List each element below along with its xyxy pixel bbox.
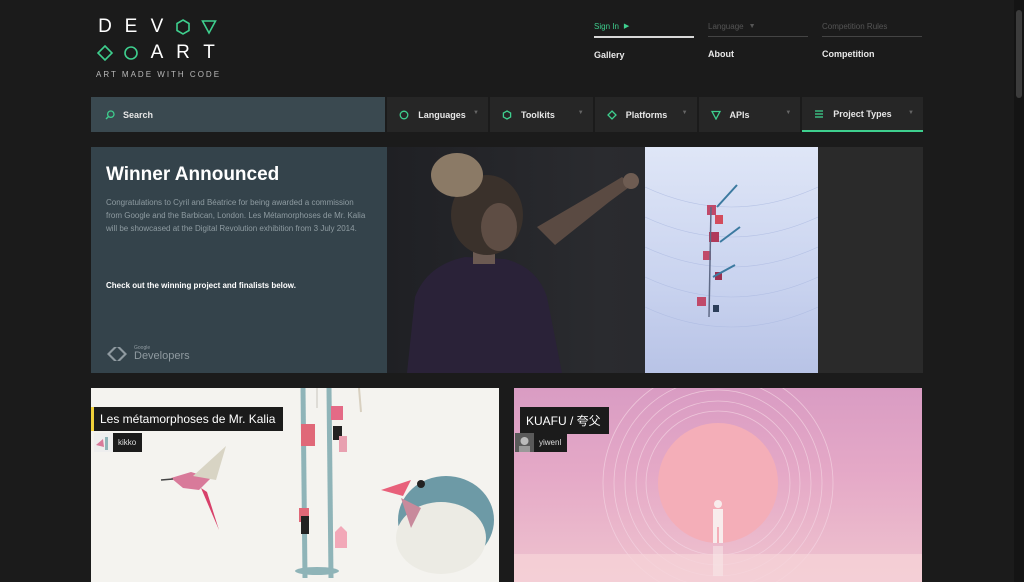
- card-author[interactable]: yiwenl: [515, 433, 568, 452]
- language-label: Language: [708, 22, 744, 31]
- chevron-down-icon: ▼: [748, 23, 756, 30]
- projection-screen: [644, 147, 819, 373]
- hero-photo: [387, 147, 923, 373]
- logo-letter: R: [176, 42, 190, 63]
- filter-toolkits[interactable]: Toolkits ▼: [489, 97, 593, 132]
- hexagon-icon: [174, 19, 192, 35]
- chevron-down-icon: ▼: [785, 110, 792, 116]
- hero-banner[interactable]: Winner Announced Congratulations to Cyri…: [91, 147, 923, 373]
- circle-icon: [399, 110, 409, 120]
- wall-background: [818, 147, 923, 373]
- card-author[interactable]: kikko: [94, 433, 143, 452]
- logo-row-top: D E V: [96, 16, 226, 38]
- filter-label: Toolkits: [520, 109, 555, 120]
- logo-letter: T: [203, 42, 215, 63]
- sign-in-link[interactable]: Sign In ▶: [594, 18, 694, 38]
- filter-label: Project Types: [833, 108, 892, 119]
- triangle-icon: [200, 19, 218, 35]
- project-card[interactable]: KUAFU / 夸父 yiwenl: [514, 388, 922, 582]
- logo-row-bottom: A R T: [96, 42, 226, 64]
- logo-letter: E: [124, 16, 138, 37]
- filter-languages[interactable]: Languages ▼: [387, 97, 488, 132]
- filter-label: Languages: [418, 109, 466, 120]
- filter-platforms[interactable]: Platforms ▼: [594, 97, 697, 132]
- hero-text-panel: Winner Announced Congratulations to Cyri…: [91, 147, 387, 373]
- triangle-icon: [710, 110, 721, 120]
- page-scrollbar[interactable]: [1014, 0, 1024, 582]
- avatar: [94, 433, 113, 452]
- chevron-down-icon: ▼: [473, 110, 479, 116]
- hexagon-icon: [502, 109, 512, 120]
- author-name: yiwenl: [539, 438, 562, 447]
- hero-description: Congratulations to Cyril and Béatrice fo…: [106, 198, 366, 233]
- avatar: [515, 433, 534, 452]
- competition-rules-link[interactable]: Competition Rules: [822, 18, 922, 37]
- logo-tagline: ART MADE WITH CODE: [96, 70, 222, 79]
- nav-competition-link[interactable]: Competition: [822, 49, 922, 59]
- search-icon: [105, 109, 115, 119]
- chevron-down-icon: ▼: [681, 110, 688, 116]
- scrollbar-thumb[interactable]: [1016, 10, 1022, 98]
- hero-title: Winner Announced: [106, 164, 280, 185]
- topnav-column-competition: Competition Rules Competition: [822, 18, 922, 60]
- filter-label: Platforms: [625, 109, 668, 120]
- projected-artwork-image: [644, 184, 819, 328]
- logo-letter: A: [150, 42, 164, 63]
- sponsor-text: Google Developers: [134, 345, 190, 362]
- google-developers-logo: Google Developers: [106, 345, 190, 362]
- search-input[interactable]: Search: [91, 97, 386, 132]
- filter-apis[interactable]: APIs ▼: [698, 97, 801, 132]
- logo-letter: D: [98, 16, 112, 37]
- search-label: Search: [123, 109, 154, 120]
- filter-project-types[interactable]: Project Types ▼: [802, 97, 923, 132]
- competition-rules-label: Competition Rules: [822, 22, 888, 31]
- author-name: kikko: [118, 438, 137, 447]
- nav-about-link[interactable]: About: [708, 49, 808, 59]
- diamond-icon: [606, 109, 617, 120]
- nav-gallery-link[interactable]: Gallery: [594, 50, 694, 60]
- chevron-down-icon: ▼: [908, 110, 914, 116]
- language-dropdown[interactable]: Language ▼: [708, 18, 808, 37]
- sign-in-label: Sign In: [594, 22, 619, 31]
- play-caret-icon: ▶: [623, 23, 630, 30]
- hero-cta-text[interactable]: Check out the winning project and finali…: [106, 281, 296, 290]
- card-title[interactable]: Les métamorphoses de Mr. Kalia: [91, 407, 284, 431]
- card-title[interactable]: KUAFU / 夸父: [520, 407, 609, 434]
- circle-icon: [122, 45, 140, 61]
- top-navigation: Sign In ▶ Gallery Language ▼ About Compe…: [594, 18, 922, 60]
- lines-icon: [814, 109, 824, 119]
- devart-logo[interactable]: D E V A R T ART MADE WITH CODE: [96, 16, 226, 79]
- topnav-column-signin: Sign In ▶ Gallery: [594, 18, 694, 60]
- diamond-icon: [96, 45, 114, 61]
- chevrons-icon: [107, 346, 127, 361]
- filter-label: APIs: [729, 109, 750, 120]
- filter-bar: Search Languages ▼ Toolkits ▼ Platforms …: [91, 97, 923, 132]
- sponsor-big-label: Developers: [134, 350, 190, 362]
- project-card[interactable]: Les métamorphoses de Mr. Kalia kikko: [91, 388, 499, 582]
- logo-letter: V: [150, 16, 164, 37]
- topnav-column-language: Language ▼ About: [708, 18, 808, 60]
- chevron-down-icon: ▼: [577, 110, 584, 116]
